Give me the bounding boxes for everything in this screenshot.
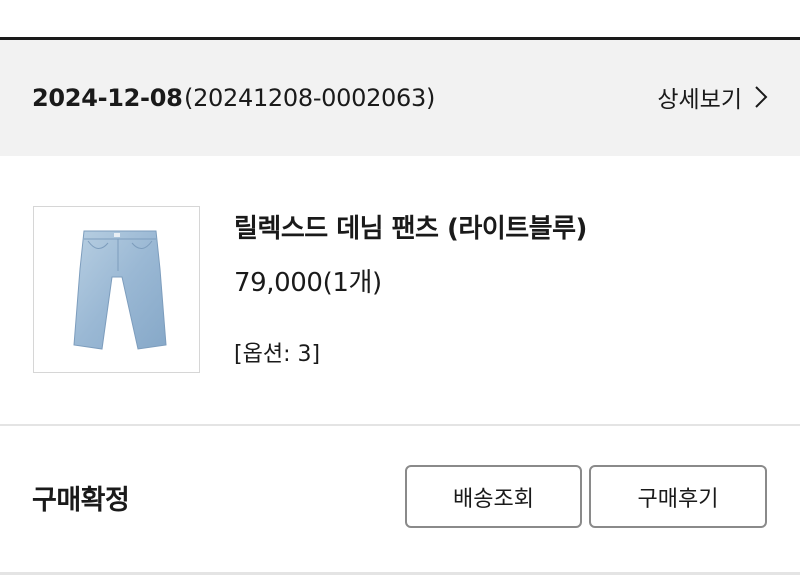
order-card: 2024-12-08 (20241208-0002063) 상세보기 릴렉스드 …: [0, 0, 800, 578]
chevron-right-icon: [755, 86, 768, 108]
track-delivery-button[interactable]: 배송조회: [405, 465, 582, 528]
bottom-divider: [0, 572, 800, 575]
product-item: 릴렉스드 데님 팬츠 (라이트블루) 79,000(1개) [옵션: 3]: [0, 156, 800, 424]
product-name[interactable]: 릴렉스드 데님 팬츠 (라이트블루): [234, 208, 587, 245]
write-review-button[interactable]: 구매후기: [589, 465, 767, 528]
product-thumbnail[interactable]: [33, 206, 200, 373]
section-divider: [0, 424, 800, 426]
order-header: 2024-12-08 (20241208-0002063) 상세보기: [0, 40, 800, 156]
view-details-label: 상세보기: [657, 87, 742, 113]
view-details-link[interactable]: 상세보기: [657, 80, 768, 114]
product-price: 79,000(1개): [234, 268, 382, 298]
denim-pants-image: [72, 230, 167, 350]
order-number: (20241208-0002063): [184, 84, 436, 112]
product-option: [옵션: 3]: [234, 342, 321, 367]
order-date: 2024-12-08: [32, 84, 183, 112]
order-status: 구매확정: [32, 485, 130, 516]
